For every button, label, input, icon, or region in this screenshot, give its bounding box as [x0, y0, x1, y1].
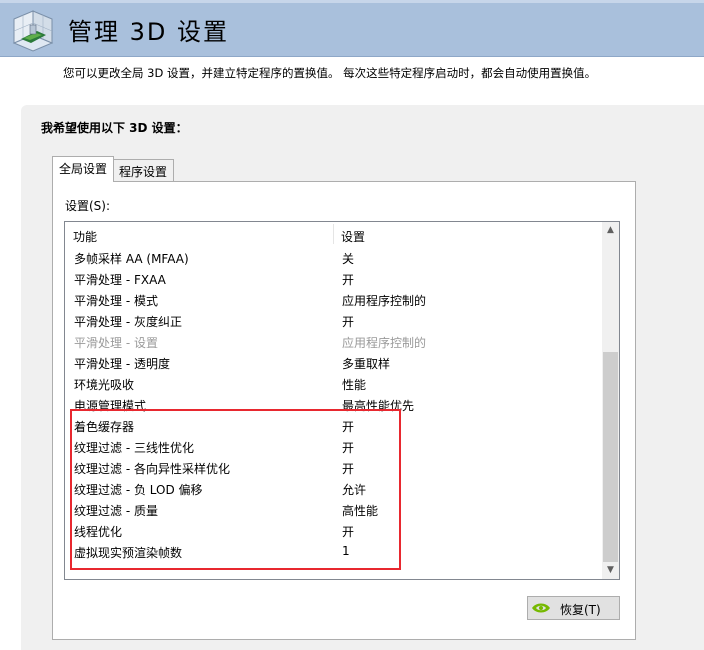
- row-feature: 平滑处理 - FXAA: [74, 273, 166, 287]
- header-top-line: [0, 0, 704, 3]
- tab-program-settings[interactable]: 程序设置: [112, 159, 175, 181]
- page-header: 管理 3D 设置: [0, 0, 704, 57]
- page-description: 您可以更改全局 3D 设置，并建立特定程序的置换值。 每次这些特定程序启动时，都…: [63, 66, 597, 80]
- table-row[interactable]: 多帧采样 AA (MFAA) 关: [65, 247, 603, 268]
- page-title: 管理 3D 设置: [68, 18, 230, 46]
- row-feature: 多帧采样 AA (MFAA): [74, 252, 189, 266]
- row-feature: 平滑处理 - 透明度: [74, 357, 170, 371]
- scroll-up-arrow-icon[interactable]: ▲: [602, 222, 619, 239]
- row-value[interactable]: 应用程序控制的: [342, 292, 426, 309]
- row-value[interactable]: 性能: [342, 376, 366, 393]
- panel-heading: 我希望使用以下 3D 设置：: [41, 121, 188, 135]
- nvidia-3d-settings-icon: [12, 10, 54, 52]
- table-row[interactable]: 平滑处理 - FXAA 开: [65, 268, 603, 289]
- table-row[interactable]: 平滑处理 - 透明度 多重取样: [65, 352, 603, 373]
- column-header-setting[interactable]: 设置: [341, 228, 365, 245]
- column-header-feature[interactable]: 功能: [73, 228, 97, 245]
- table-row[interactable]: 平滑处理 - 模式 应用程序控制的: [65, 289, 603, 310]
- column-divider[interactable]: [333, 224, 334, 244]
- row-feature: 平滑处理 - 灰度纠正: [74, 315, 182, 329]
- scrollbar-thumb[interactable]: [603, 352, 618, 562]
- list-column-header: 功能 设置: [65, 222, 603, 246]
- restore-button[interactable]: 恢复(T): [527, 596, 620, 620]
- scroll-down-arrow-icon[interactable]: ▼: [602, 562, 619, 579]
- settings-label: 设置(S):: [65, 199, 111, 213]
- row-value[interactable]: 开: [342, 271, 354, 288]
- row-value[interactable]: 开: [342, 313, 354, 330]
- row-value: 应用程序控制的: [342, 336, 427, 350]
- row-feature: 平滑处理 - 模式: [74, 294, 158, 308]
- tab-global-settings[interactable]: 全局设置: [52, 156, 115, 182]
- table-row-disabled: 平滑处理 - 设置 应用程序控制的: [65, 331, 603, 352]
- table-row[interactable]: 平滑处理 - 灰度纠正 开: [65, 310, 603, 331]
- restore-button-label: 恢复(T): [560, 603, 601, 617]
- table-row[interactable]: 环境光吸收 性能: [65, 373, 603, 394]
- vertical-scrollbar[interactable]: ▲ ▼: [602, 222, 619, 579]
- nvidia-eye-icon: [532, 603, 550, 613]
- row-feature: 环境光吸收: [74, 378, 135, 392]
- row-value[interactable]: 多重取样: [342, 355, 390, 372]
- row-feature: 平滑处理 - 设置: [74, 336, 158, 350]
- highlight-annotation-box: [70, 409, 401, 570]
- row-value[interactable]: 关: [342, 250, 354, 267]
